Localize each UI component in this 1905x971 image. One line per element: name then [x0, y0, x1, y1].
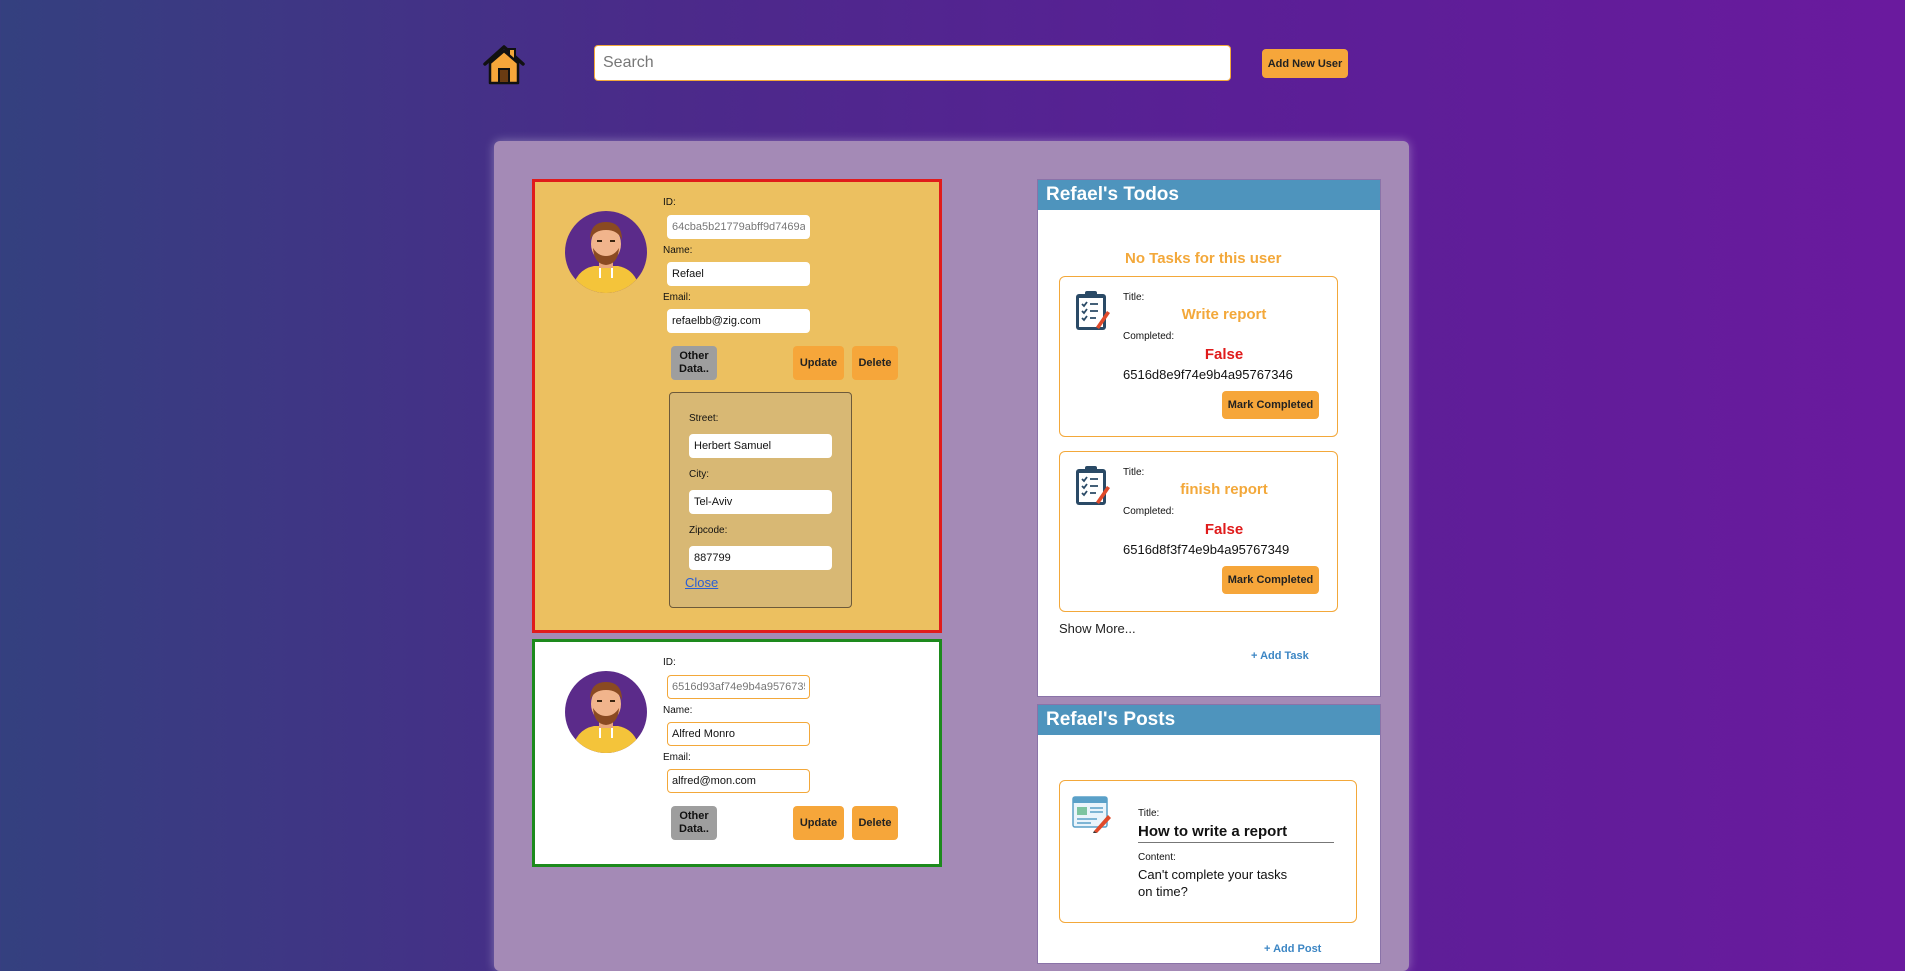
mark-completed-button[interactable]: Mark Completed: [1222, 391, 1319, 419]
id-field[interactable]: [667, 215, 810, 239]
add-post-link[interactable]: + Add Post: [1264, 943, 1321, 955]
task-title-label: Title:: [1123, 467, 1145, 478]
task-title: finish report: [1180, 481, 1268, 498]
post-content-label: Content:: [1138, 852, 1176, 863]
zipcode-field[interactable]: [689, 546, 832, 570]
name-label: Name:: [663, 705, 693, 716]
post-content: Can't complete your tasks on time?: [1138, 867, 1288, 899]
id-field[interactable]: [667, 675, 810, 699]
add-task-link[interactable]: + Add Task: [1251, 650, 1309, 662]
task-completed-value: False: [1204, 521, 1244, 538]
update-button[interactable]: Update: [793, 806, 844, 840]
todos-header: Refael's Todos: [1038, 180, 1380, 210]
posts-header: Refael's Posts: [1038, 705, 1380, 735]
close-link[interactable]: Close: [685, 575, 718, 590]
street-label: Street:: [689, 413, 719, 424]
delete-button[interactable]: Delete: [852, 346, 898, 380]
task-completed-value: False: [1204, 346, 1244, 363]
post-title-label: Title:: [1138, 808, 1160, 819]
name-label: Name:: [663, 245, 693, 256]
show-more-link[interactable]: Show More...: [1059, 621, 1136, 636]
id-label: ID:: [663, 197, 676, 208]
home-icon[interactable]: [482, 43, 526, 85]
email-label: Email:: [663, 292, 691, 303]
email-field[interactable]: [667, 769, 810, 793]
email-field[interactable]: [667, 309, 810, 333]
user-avatar: [565, 211, 647, 293]
street-field[interactable]: [689, 434, 832, 458]
task-completed-label: Completed:: [1123, 506, 1175, 517]
other-data-button[interactable]: Other Data..: [671, 806, 717, 840]
id-label: ID:: [663, 657, 676, 668]
search-input[interactable]: [594, 45, 1231, 81]
task-title-label: Title:: [1123, 292, 1145, 303]
name-field[interactable]: [667, 262, 810, 286]
no-tasks-message: No Tasks for this user: [1125, 250, 1282, 267]
city-field[interactable]: [689, 490, 832, 514]
email-label: Email:: [663, 752, 691, 763]
other-data-button[interactable]: Other Data..: [671, 346, 717, 380]
name-field[interactable]: [667, 722, 810, 746]
task-id: 6516d8e9f74e9b4a95767346: [1123, 367, 1293, 382]
zipcode-label: Zipcode:: [689, 525, 728, 536]
document-pencil-icon: [1072, 796, 1111, 833]
add-new-user-button[interactable]: Add New User: [1262, 49, 1348, 78]
city-label: City:: [689, 469, 709, 480]
clipboard-checklist-icon: [1076, 291, 1110, 330]
clipboard-checklist-icon: [1076, 466, 1110, 505]
task-id: 6516d8f3f74e9b4a95767349: [1123, 542, 1290, 557]
post-title: How to write a report: [1138, 823, 1334, 843]
mark-completed-button[interactable]: Mark Completed: [1222, 566, 1319, 594]
user-avatar: [565, 671, 647, 753]
delete-button[interactable]: Delete: [852, 806, 898, 840]
task-completed-label: Completed:: [1123, 331, 1175, 342]
task-title: Write report: [1181, 306, 1267, 323]
update-button[interactable]: Update: [793, 346, 844, 380]
